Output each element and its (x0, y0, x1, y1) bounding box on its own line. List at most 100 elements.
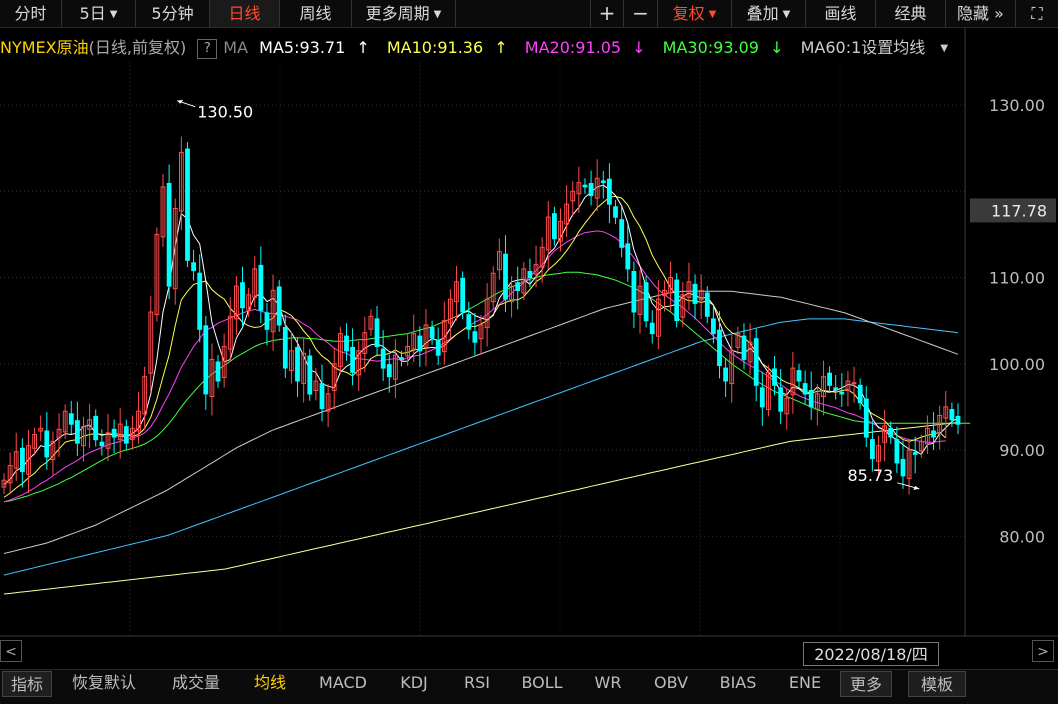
tab-indicator[interactable]: 指标 (2, 671, 52, 697)
tab-wr[interactable]: WR (582, 670, 634, 704)
candle-body (863, 398, 869, 438)
scroll-left-button[interactable]: < (0, 640, 22, 662)
chart-grid (0, 28, 1058, 637)
candle-body (166, 183, 172, 287)
candle-body (857, 384, 863, 404)
candle-body (649, 322, 655, 335)
tab-more[interactable]: 更多 (840, 671, 892, 697)
y-tick-label: 130.00 (989, 96, 1045, 115)
candle-body (386, 364, 392, 378)
tab-kdj[interactable]: KDJ (386, 670, 442, 704)
template-button[interactable]: 模板 (908, 671, 966, 697)
candle-body (515, 282, 521, 292)
candle-body (717, 329, 722, 367)
chevron-left-icon: < (5, 644, 17, 660)
candle-body (888, 427, 894, 438)
candle-body (619, 219, 625, 248)
candle-body (723, 367, 729, 382)
candle-body (460, 277, 466, 313)
candles (1, 136, 961, 495)
candle-body (429, 327, 435, 339)
candle-body (900, 459, 906, 477)
candle-body (912, 452, 918, 455)
candle-body (435, 340, 441, 356)
indicator-tabbar: 指标 恢复默认 成交量 均线 MACD KDJ RSI BOLL WR OBV … (0, 669, 1058, 704)
price-axis: 130.00 110.00 100.00 90.00 80.00 117.78 (970, 96, 1056, 546)
y-tick-label: 110.00 (989, 269, 1045, 288)
candle-body (258, 264, 264, 311)
candle-body (380, 348, 386, 369)
candle-body (552, 213, 557, 240)
ma20-line (3, 230, 946, 503)
candle-body (692, 283, 698, 304)
current-price-label: 117.78 (991, 201, 1047, 220)
candle-body (759, 387, 765, 408)
tab-macd[interactable]: MACD (310, 670, 376, 704)
candle-body (466, 314, 472, 330)
candle-body (215, 361, 221, 382)
candle-body (527, 271, 533, 278)
candle-body (870, 439, 875, 460)
arrow-head-icon (177, 99, 184, 104)
tab-bias[interactable]: BIAS (708, 670, 768, 704)
cursor-date-label: 2022/08/18/四 (803, 642, 939, 666)
tab-ma[interactable]: 均线 (240, 670, 300, 704)
tab-volume[interactable]: 成交量 (160, 670, 232, 704)
candle-body (741, 335, 747, 360)
candle-body (264, 312, 270, 330)
candle-body (704, 292, 710, 317)
candle-body (613, 206, 618, 218)
candle-body (472, 331, 478, 343)
y-tick-label: 80.00 (999, 527, 1045, 546)
candle-body (643, 282, 649, 322)
candle-body (674, 279, 680, 322)
candle-body (582, 184, 588, 188)
candle-body (203, 325, 209, 395)
candle-body (350, 346, 356, 373)
candle-body (949, 409, 955, 421)
candle-body (625, 243, 631, 270)
candle-body (276, 286, 282, 326)
tab-obv[interactable]: OBV (644, 670, 698, 704)
candle-body (417, 335, 423, 352)
candle-body (282, 327, 288, 369)
tab-restore-default[interactable]: 恢复默认 (60, 670, 148, 704)
candle-body (123, 426, 129, 444)
candle-body (955, 415, 961, 425)
tab-rsi[interactable]: RSI (452, 670, 502, 704)
tab-boll[interactable]: BOLL (512, 670, 572, 704)
candle-body (607, 178, 612, 205)
candle-body (319, 383, 325, 410)
candle-body (185, 148, 190, 261)
candle-body (197, 272, 203, 330)
candle-body (191, 262, 196, 272)
candle-body (894, 439, 900, 464)
candle-body (99, 441, 105, 447)
candle-body (796, 370, 802, 382)
candle-body (772, 368, 777, 386)
candle-body (631, 271, 637, 313)
y-tick-label: 100.00 (989, 355, 1045, 374)
candle-body (753, 338, 759, 386)
candlestick-chart[interactable]: 130.00 110.00 100.00 90.00 80.00 117.78 130.5… (0, 0, 1058, 703)
candle-body (44, 430, 50, 458)
candle-body (503, 253, 508, 300)
annotations: 130.50 85.73 (177, 99, 920, 490)
candle-body (839, 391, 845, 395)
candle-body (827, 372, 833, 386)
ma250-line (3, 421, 959, 595)
candle-body (374, 318, 380, 347)
candle-body (68, 413, 74, 425)
candle-body (111, 428, 117, 438)
candle-body (75, 420, 80, 444)
candle-body (20, 447, 25, 473)
candle-body (240, 282, 245, 309)
low-price-label: 85.73 (847, 466, 893, 485)
tab-ene[interactable]: ENE (778, 670, 832, 704)
candle-body (802, 383, 808, 395)
candle-body (93, 415, 99, 441)
y-tick-label: 90.00 (999, 441, 1045, 460)
scroll-right-button[interactable]: > (1032, 640, 1054, 662)
candle-body (399, 357, 404, 360)
high-price-label: 130.50 (197, 103, 253, 122)
